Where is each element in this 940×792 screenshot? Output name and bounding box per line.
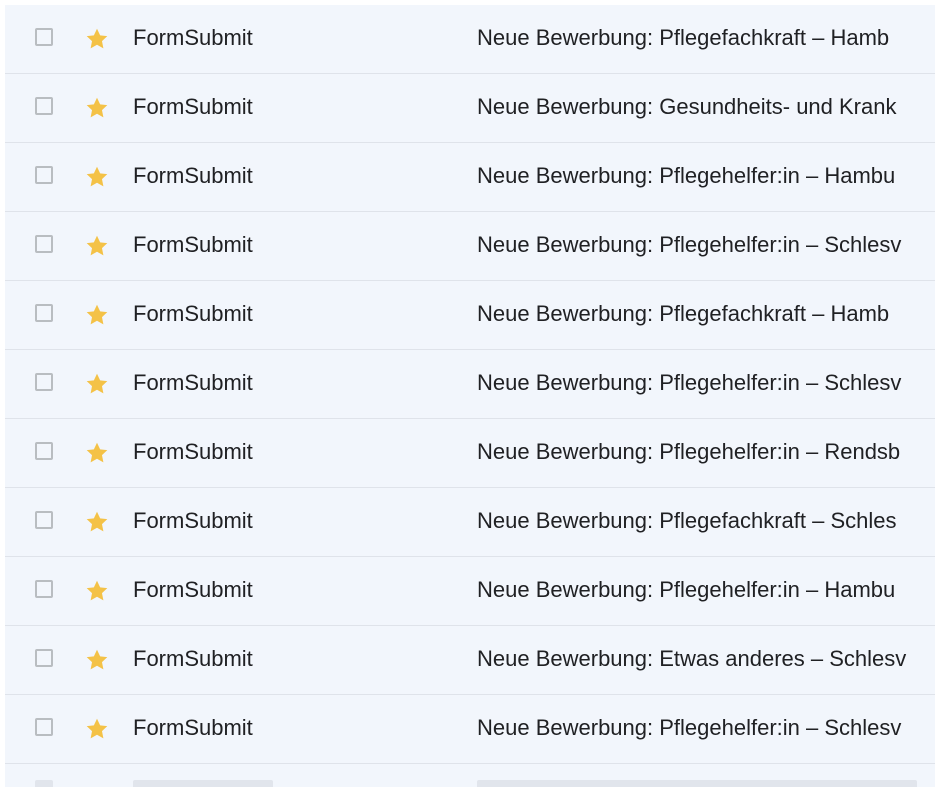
cut-off-content xyxy=(477,780,917,787)
star-icon[interactable] xyxy=(84,26,110,52)
email-subject: Neue Bewerbung: Pflegefachkraft – Hamb xyxy=(477,25,890,50)
star-icon[interactable] xyxy=(84,371,110,397)
star-icon[interactable] xyxy=(84,716,110,742)
email-row[interactable]: FormSubmit Neue Bewerbung: Pflegefachkra… xyxy=(5,281,935,350)
email-row[interactable]: FormSubmit Neue Bewerbung: Pflegefachkra… xyxy=(5,5,935,74)
email-subject: Neue Bewerbung: Pflegehelfer:in – Hambu xyxy=(477,577,896,602)
checkbox-icon[interactable] xyxy=(35,166,53,184)
email-subject: Neue Bewerbung: Pflegehelfer:in – Schles… xyxy=(477,715,902,740)
email-subject: Neue Bewerbung: Pflegefachkraft – Hamb xyxy=(477,301,890,326)
email-row[interactable]: FormSubmit Neue Bewerbung: Etwas anderes… xyxy=(5,626,935,695)
cut-off-content xyxy=(35,780,53,787)
email-sender: FormSubmit xyxy=(133,163,253,188)
email-subject: Neue Bewerbung: Pflegefachkraft – Schles xyxy=(477,508,897,533)
email-row[interactable]: FormSubmit Neue Bewerbung: Pflegefachkra… xyxy=(5,488,935,557)
email-subject: Neue Bewerbung: Pflegehelfer:in – Schles… xyxy=(477,370,902,395)
star-icon[interactable] xyxy=(84,440,110,466)
star-icon[interactable] xyxy=(84,233,110,259)
email-sender: FormSubmit xyxy=(133,94,253,119)
email-sender: FormSubmit xyxy=(133,646,253,671)
email-sender: FormSubmit xyxy=(133,301,253,326)
checkbox-icon[interactable] xyxy=(35,511,53,529)
star-icon[interactable] xyxy=(84,509,110,535)
email-sender: FormSubmit xyxy=(133,370,253,395)
checkbox-icon[interactable] xyxy=(35,97,53,115)
email-subject: Neue Bewerbung: Pflegehelfer:in – Rendsb xyxy=(477,439,901,464)
email-row[interactable]: FormSubmit Neue Bewerbung: Pflegehelfer:… xyxy=(5,557,935,626)
star-icon[interactable] xyxy=(84,164,110,190)
email-sender: FormSubmit xyxy=(133,715,253,740)
email-row-partial[interactable] xyxy=(5,764,935,787)
email-subject: Neue Bewerbung: Gesundheits- und Krank xyxy=(477,94,897,119)
email-row[interactable]: FormSubmit Neue Bewerbung: Gesundheits- … xyxy=(5,74,935,143)
checkbox-icon[interactable] xyxy=(35,718,53,736)
email-row[interactable]: FormSubmit Neue Bewerbung: Pflegehelfer:… xyxy=(5,350,935,419)
checkbox-icon[interactable] xyxy=(35,235,53,253)
email-list: FormSubmit Neue Bewerbung: Pflegefachkra… xyxy=(5,5,935,787)
star-icon[interactable] xyxy=(84,95,110,121)
star-icon[interactable] xyxy=(84,647,110,673)
checkbox-icon[interactable] xyxy=(35,373,53,391)
email-sender: FormSubmit xyxy=(133,25,253,50)
cut-off-content xyxy=(133,780,273,787)
email-sender: FormSubmit xyxy=(133,232,253,257)
email-sender: FormSubmit xyxy=(133,439,253,464)
email-subject: Neue Bewerbung: Etwas anderes – Schlesv xyxy=(477,646,907,671)
star-icon[interactable] xyxy=(84,302,110,328)
star-icon[interactable] xyxy=(84,578,110,604)
email-sender: FormSubmit xyxy=(133,508,253,533)
email-row[interactable]: FormSubmit Neue Bewerbung: Pflegehelfer:… xyxy=(5,212,935,281)
email-row[interactable]: FormSubmit Neue Bewerbung: Pflegehelfer:… xyxy=(5,695,935,764)
checkbox-icon[interactable] xyxy=(35,580,53,598)
checkbox-icon[interactable] xyxy=(35,28,53,46)
checkbox-icon[interactable] xyxy=(35,442,53,460)
email-subject: Neue Bewerbung: Pflegehelfer:in – Hambu xyxy=(477,163,896,188)
email-subject: Neue Bewerbung: Pflegehelfer:in – Schles… xyxy=(477,232,902,257)
email-row[interactable]: FormSubmit Neue Bewerbung: Pflegehelfer:… xyxy=(5,419,935,488)
email-sender: FormSubmit xyxy=(133,577,253,602)
checkbox-icon[interactable] xyxy=(35,649,53,667)
email-row[interactable]: FormSubmit Neue Bewerbung: Pflegehelfer:… xyxy=(5,143,935,212)
checkbox-icon[interactable] xyxy=(35,304,53,322)
